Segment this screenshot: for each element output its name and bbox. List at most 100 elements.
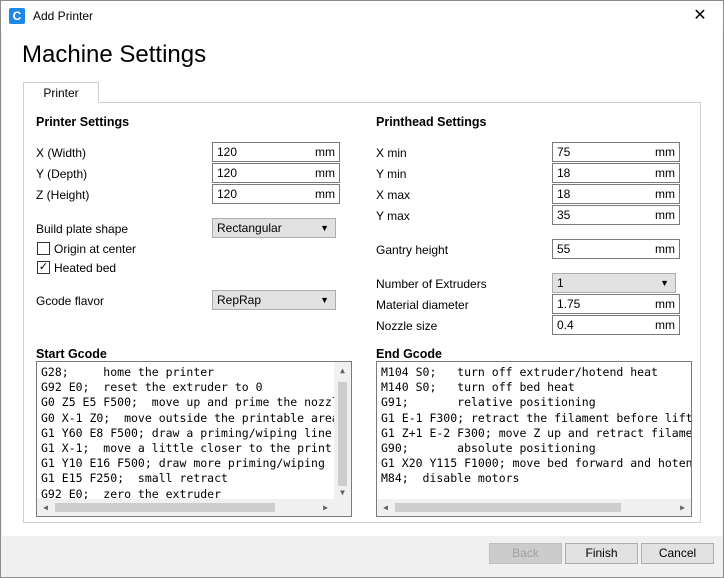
- gcode-flavor-label: Gcode flavor: [36, 294, 105, 308]
- checkmark-icon: ✓: [38, 261, 49, 273]
- chevron-down-icon: ▼: [660, 278, 669, 288]
- scroll-right-icon[interactable]: ▶: [317, 499, 334, 516]
- y-depth-label: Y (Depth): [36, 167, 88, 181]
- start-gcode-vertical-scrollbar[interactable]: ▲ ▼: [334, 362, 351, 501]
- cancel-button[interactable]: Cancel: [641, 543, 714, 564]
- y-depth-field[interactable]: 120 mm: [212, 163, 340, 183]
- y-min-label: Y min: [376, 167, 407, 181]
- z-height-value: 120: [217, 187, 238, 201]
- gcode-line: G1 E-1 F300; retract the filament before…: [381, 410, 692, 425]
- z-height-unit: mm: [315, 187, 335, 201]
- x-min-field[interactable]: 75 mm: [552, 142, 680, 162]
- y-min-field[interactable]: 18 mm: [552, 163, 680, 183]
- printer-settings-title: Printer Settings: [36, 115, 130, 129]
- material-diameter-field[interactable]: 1.75 mm: [552, 294, 680, 314]
- scroll-left-icon[interactable]: ◀: [377, 499, 394, 516]
- cura-app-icon: C: [9, 8, 25, 24]
- end-gcode-horizontal-scrollbar[interactable]: ◀ ▶: [377, 499, 691, 516]
- title-bar: C Add Printer ✕: [1, 1, 723, 31]
- y-min-unit: mm: [655, 166, 675, 180]
- build-plate-shape-label: Build plate shape: [36, 222, 129, 236]
- y-depth-unit: mm: [315, 166, 335, 180]
- vertical-scroll-thumb[interactable]: [338, 382, 347, 486]
- x-width-field[interactable]: 120 mm: [212, 142, 340, 162]
- material-diameter-unit: mm: [655, 297, 675, 311]
- build-plate-shape-dropdown[interactable]: Rectangular ▼: [212, 218, 336, 238]
- number-of-extruders-label: Number of Extruders: [376, 277, 487, 291]
- chevron-down-icon: ▼: [320, 223, 329, 233]
- x-max-field[interactable]: 18 mm: [552, 184, 680, 204]
- chevron-down-icon: ▼: [320, 295, 329, 305]
- x-max-label: X max: [376, 188, 411, 202]
- x-min-label: X min: [376, 146, 407, 160]
- y-depth-value: 120: [217, 166, 238, 180]
- back-button[interactable]: Back: [489, 543, 562, 564]
- nozzle-size-unit: mm: [655, 318, 675, 332]
- gcode-line: G1 Z+1 E-2 F300; move Z up and retract f…: [381, 425, 692, 440]
- add-printer-dialog: C Add Printer ✕ Machine Settings Printer…: [0, 0, 724, 578]
- x-width-label: X (Width): [36, 146, 87, 160]
- nozzle-size-value: 0.4: [557, 318, 574, 332]
- x-width-unit: mm: [315, 145, 335, 159]
- gcode-line: G28; home the printer: [41, 365, 215, 379]
- z-height-field[interactable]: 120 mm: [212, 184, 340, 204]
- scroll-up-icon[interactable]: ▲: [334, 362, 351, 379]
- material-diameter-value: 1.75: [557, 297, 581, 311]
- horizontal-scroll-thumb[interactable]: [55, 503, 275, 512]
- gcode-flavor-dropdown[interactable]: RepRap ▼: [212, 290, 336, 310]
- gcode-line: G90; absolute positioning: [381, 441, 596, 456]
- z-height-label: Z (Height): [36, 188, 90, 202]
- gantry-height-unit: mm: [655, 242, 675, 256]
- gcode-line: M84; disable motors: [381, 471, 520, 486]
- origin-at-center-checkbox[interactable]: [37, 242, 50, 255]
- gcode-line: M140 S0; turn off bed heat: [381, 380, 575, 395]
- number-of-extruders-value: 1: [557, 276, 564, 290]
- dialog-content: Machine Settings Printer Printer Setting…: [2, 31, 722, 536]
- gcode-line: M104 S0; turn off extruder/hotend heat: [381, 365, 658, 379]
- x-min-unit: mm: [655, 145, 675, 159]
- material-diameter-label: Material diameter: [376, 298, 469, 312]
- gcode-line: G92 E0; reset the extruder to 0: [41, 380, 263, 395]
- page-title: Machine Settings: [22, 41, 207, 68]
- x-min-value: 75: [557, 145, 571, 159]
- gantry-height-label: Gantry height: [376, 243, 449, 257]
- horizontal-scroll-thumb[interactable]: [395, 503, 621, 512]
- heated-bed-checkbox[interactable]: ✓: [37, 261, 50, 274]
- origin-at-center-label: Origin at center: [54, 242, 137, 256]
- start-gcode-editor[interactable]: G28; home the printer G92 E0; reset the e…: [36, 361, 352, 517]
- gcode-line: G1 X20 Y115 F1000; move bed forward and …: [381, 456, 692, 471]
- printer-tab-panel: Printer Settings X (Width) 120 mm Y (Dep…: [23, 102, 701, 523]
- end-gcode-title: End Gcode: [376, 347, 442, 361]
- number-of-extruders-dropdown[interactable]: 1 ▼: [552, 273, 676, 293]
- nozzle-size-field[interactable]: 0.4 mm: [552, 315, 680, 335]
- gcode-line: G91; relative positioning: [381, 395, 596, 410]
- gcode-line: G1 Y60 E8 F500; draw a priming/wiping li…: [41, 425, 346, 440]
- build-plate-shape-value: Rectangular: [217, 221, 282, 235]
- gcode-flavor-value: RepRap: [217, 293, 262, 307]
- close-button[interactable]: ✕: [677, 1, 723, 31]
- gcode-line: G1 E15 F250; small retract: [41, 471, 228, 486]
- y-max-field[interactable]: 35 mm: [552, 205, 680, 225]
- gantry-height-field[interactable]: 55 mm: [552, 239, 680, 259]
- scroll-left-icon[interactable]: ◀: [37, 499, 54, 516]
- gcode-line: G1 Y10 E16 F500; draw more priming/wipin…: [41, 456, 325, 471]
- start-gcode-title: Start Gcode: [36, 347, 107, 361]
- gcode-line: G1 X-1; move a little closer to the prin…: [41, 441, 346, 456]
- window-title: Add Printer: [33, 9, 94, 23]
- heated-bed-label: Heated bed: [54, 261, 117, 275]
- gcode-line: G0 X-1 Z0; move outside the printable ar…: [41, 410, 339, 425]
- y-min-value: 18: [557, 166, 571, 180]
- start-gcode-horizontal-scrollbar[interactable]: ◀ ▶: [37, 499, 351, 516]
- y-max-value: 35: [557, 208, 571, 222]
- x-max-unit: mm: [655, 187, 675, 201]
- gantry-height-value: 55: [557, 242, 571, 256]
- finish-button[interactable]: Finish: [565, 543, 638, 564]
- printhead-settings-title: Printhead Settings: [376, 115, 487, 129]
- scroll-right-icon[interactable]: ▶: [674, 499, 691, 516]
- end-gcode-text: M104 S0; turn off extruder/hotend heat M1…: [381, 365, 692, 487]
- start-gcode-text: G28; home the printer G92 E0; reset the e…: [41, 365, 346, 502]
- x-width-value: 120: [217, 145, 238, 159]
- tab-printer[interactable]: Printer: [23, 82, 99, 103]
- nozzle-size-label: Nozzle size: [376, 319, 438, 333]
- end-gcode-editor[interactable]: M104 S0; turn off extruder/hotend heat M1…: [376, 361, 692, 517]
